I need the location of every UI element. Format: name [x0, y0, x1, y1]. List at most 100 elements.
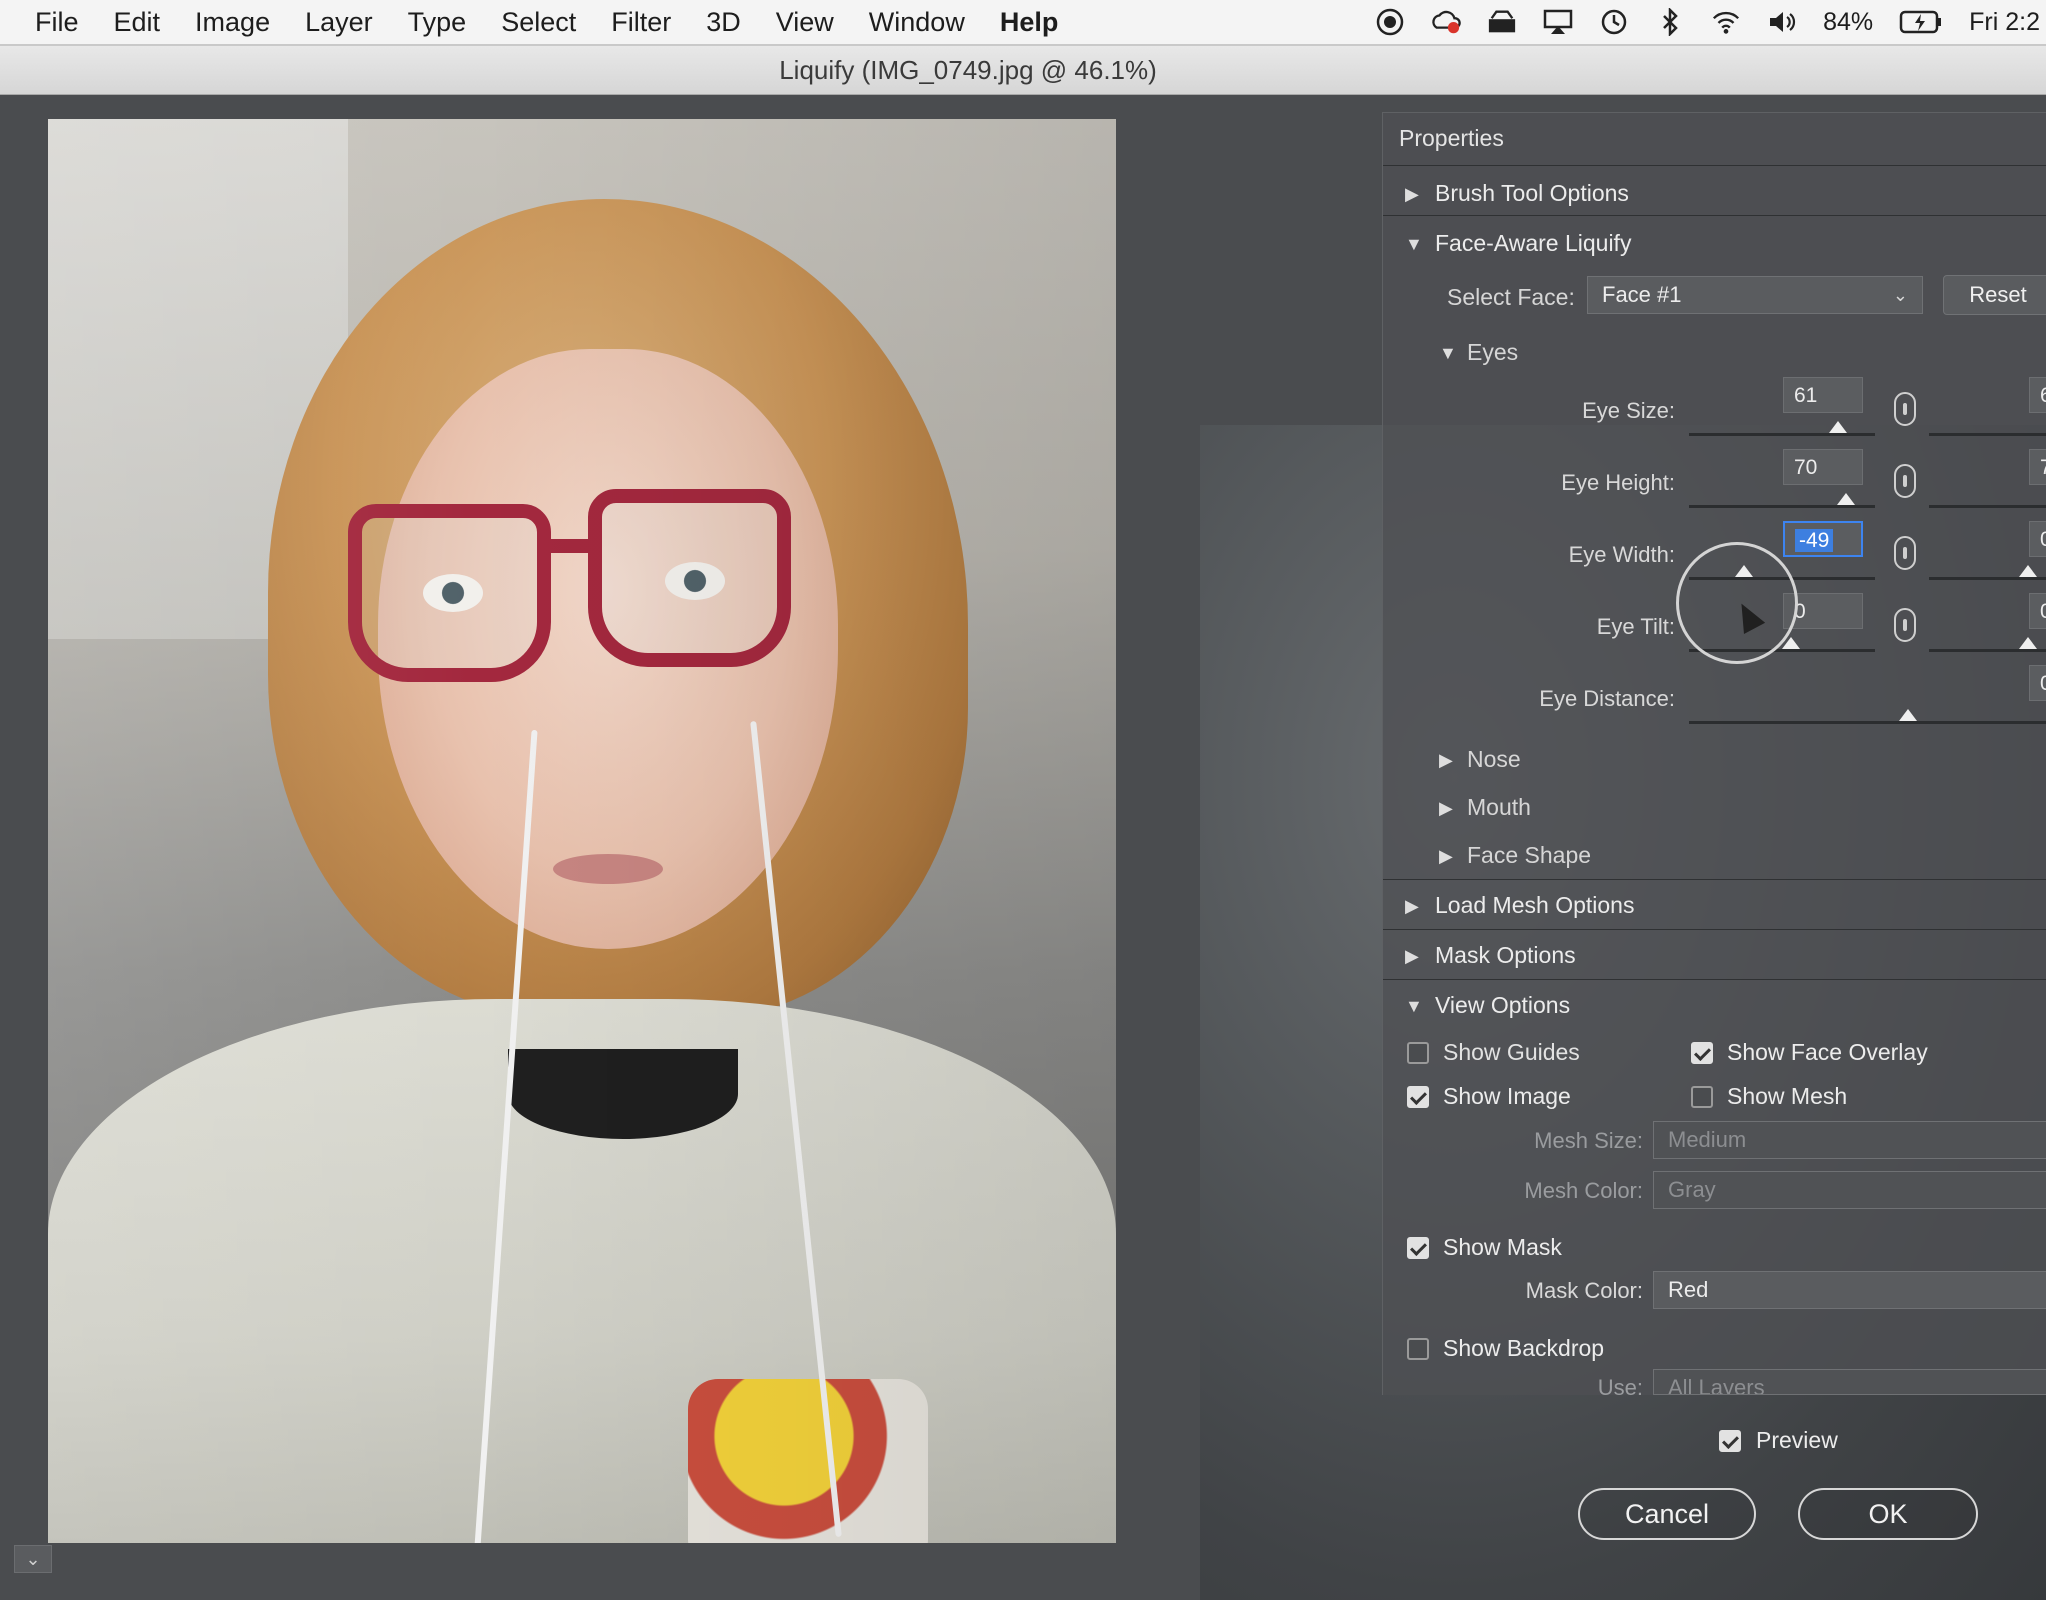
time-machine-icon[interactable]	[1599, 7, 1629, 37]
menu-bar: File Edit Image Layer Type Select Filter…	[0, 0, 2046, 46]
creative-cloud-icon[interactable]	[1431, 7, 1461, 37]
show-mask-checkbox[interactable]	[1407, 1237, 1429, 1259]
show-guides-checkbox[interactable]	[1407, 1042, 1429, 1064]
eye-tilt-right-slider[interactable]	[1929, 649, 2046, 652]
eye-height-right-slider[interactable]	[1929, 505, 2046, 508]
mask-color-label: Mask Color:	[1525, 1278, 1643, 1303]
ok-button[interactable]: OK	[1798, 1488, 1978, 1540]
menu-help[interactable]: Help	[1000, 7, 1059, 38]
nose-subsection[interactable]: Nose	[1467, 746, 1521, 773]
triangle-down-icon[interactable]: ▼	[1405, 996, 1423, 1017]
eye-width-right-slider[interactable]	[1929, 577, 2046, 580]
eye-size-right-slider[interactable]	[1929, 433, 2046, 436]
eye-width-left-field[interactable]: -49	[1783, 521, 1863, 557]
menu-filter[interactable]: Filter	[611, 7, 671, 38]
select-face-dropdown[interactable]: Face #1 ⌄	[1587, 276, 1923, 314]
battery-charging-icon[interactable]	[1899, 7, 1943, 37]
triangle-right-icon[interactable]: ▶	[1405, 946, 1419, 967]
volume-icon[interactable]	[1767, 7, 1797, 37]
eye-width-left-value: -49	[1795, 529, 1834, 552]
status-area: 84% Fri 2:2	[1375, 0, 2046, 44]
eyes-subsection[interactable]: Eyes	[1467, 339, 1518, 366]
triangle-down-icon[interactable]: ▼	[1439, 343, 1457, 364]
slider-thumb[interactable]	[2019, 637, 2037, 649]
eye-size-left-field[interactable]: 61	[1783, 377, 1863, 413]
triangle-right-icon[interactable]: ▶	[1439, 750, 1453, 771]
properties-panel: Properties ▶ Brush Tool Options ▼ Face-A…	[1382, 112, 2046, 1395]
menu-layer[interactable]: Layer	[305, 7, 373, 38]
mesh-color-dropdown[interactable]: Gray	[1653, 1171, 2046, 1209]
show-image-label[interactable]: Show Image	[1443, 1083, 1571, 1110]
airplay-icon[interactable]	[1543, 7, 1573, 37]
link-icon[interactable]	[1894, 608, 1916, 642]
show-mask-label[interactable]: Show Mask	[1443, 1234, 1562, 1261]
show-backdrop-checkbox[interactable]	[1407, 1338, 1429, 1360]
section-mask-options[interactable]: Mask Options	[1435, 942, 1576, 969]
eye-distance-field[interactable]: 0	[2029, 665, 2046, 701]
menu-file[interactable]: File	[35, 7, 79, 38]
menu-clock[interactable]: Fri 2:2	[1969, 8, 2040, 37]
mesh-size-value: Medium	[1668, 1127, 1747, 1152]
preview-label[interactable]: Preview	[1756, 1427, 1838, 1454]
eye-height-right-field[interactable]: 7	[2029, 449, 2046, 485]
section-view-options[interactable]: View Options	[1435, 992, 1570, 1019]
wifi-icon[interactable]	[1711, 7, 1741, 37]
section-load-mesh-options[interactable]: Load Mesh Options	[1435, 892, 1634, 919]
eye-size-left-slider[interactable]	[1689, 433, 1875, 436]
eye-width-right-field[interactable]: 0	[2029, 521, 2046, 557]
chevron-down-icon[interactable]: ⌄	[14, 1545, 52, 1573]
eye-tilt-right-field[interactable]: 0	[2029, 593, 2046, 629]
show-backdrop-label[interactable]: Show Backdrop	[1443, 1335, 1604, 1362]
face-shape-subsection[interactable]: Face Shape	[1467, 842, 1591, 869]
triangle-right-icon[interactable]: ▶	[1405, 184, 1419, 205]
link-icon[interactable]	[1894, 392, 1916, 426]
section-brush-tool-options[interactable]: Brush Tool Options	[1435, 180, 1629, 207]
menu-view[interactable]: View	[776, 7, 834, 38]
eye-distance-slider[interactable]	[1689, 721, 2046, 724]
triangle-down-icon[interactable]: ▼	[1405, 234, 1423, 255]
triangle-right-icon[interactable]: ▶	[1439, 798, 1453, 819]
mesh-size-dropdown[interactable]: Medium	[1653, 1121, 2046, 1159]
triangle-right-icon[interactable]: ▶	[1439, 846, 1453, 867]
slider-thumb[interactable]	[1837, 493, 1855, 505]
menu-image[interactable]: Image	[195, 7, 270, 38]
workspaces-icon[interactable]	[1487, 7, 1517, 37]
mask-color-value: Red	[1668, 1277, 1709, 1302]
photo-shading	[48, 119, 1116, 1543]
eye-size-right-field[interactable]: 6	[2029, 377, 2046, 413]
show-face-overlay-checkbox[interactable]	[1691, 1042, 1713, 1064]
eye-height-left-field[interactable]: 70	[1783, 449, 1863, 485]
eye-size-label: Eye Size:	[1582, 398, 1675, 423]
mask-color-dropdown[interactable]: Red	[1653, 1271, 2046, 1309]
eye-height-left-slider[interactable]	[1689, 505, 1875, 508]
show-image-checkbox[interactable]	[1407, 1086, 1429, 1108]
mouth-subsection[interactable]: Mouth	[1467, 794, 1531, 821]
menu-edit[interactable]: Edit	[114, 7, 161, 38]
use-label: Use:	[1597, 1375, 1643, 1395]
reset-button[interactable]: Reset	[1943, 275, 2046, 315]
show-mesh-label[interactable]: Show Mesh	[1727, 1083, 1847, 1110]
divider	[1383, 215, 2046, 216]
triangle-right-icon[interactable]: ▶	[1405, 896, 1419, 917]
menu-window[interactable]: Window	[869, 7, 965, 38]
show-mesh-checkbox[interactable]	[1691, 1086, 1713, 1108]
link-icon[interactable]	[1894, 536, 1916, 570]
link-icon[interactable]	[1894, 464, 1916, 498]
cancel-button[interactable]: Cancel	[1578, 1488, 1756, 1540]
slider-thumb[interactable]	[1899, 709, 1917, 721]
show-guides-label[interactable]: Show Guides	[1443, 1039, 1580, 1066]
bluetooth-icon[interactable]	[1655, 7, 1685, 37]
section-face-aware-liquify[interactable]: Face-Aware Liquify	[1435, 230, 1631, 257]
canvas-image[interactable]	[48, 119, 1116, 1543]
window-title-bar: Liquify (IMG_0749.jpg @ 46.1%)	[0, 46, 2046, 95]
menu-type[interactable]: Type	[408, 7, 467, 38]
slider-thumb[interactable]	[2019, 565, 2037, 577]
menu-select[interactable]: Select	[501, 7, 576, 38]
menu-3d[interactable]: 3D	[706, 7, 741, 38]
use-dropdown[interactable]: All Layers	[1653, 1369, 2046, 1395]
slider-thumb[interactable]	[1829, 421, 1847, 433]
eye-width-label: Eye Width:	[1568, 542, 1675, 567]
record-icon[interactable]	[1375, 7, 1405, 37]
preview-checkbox[interactable]	[1719, 1430, 1741, 1452]
show-face-overlay-label[interactable]: Show Face Overlay	[1727, 1039, 1928, 1066]
